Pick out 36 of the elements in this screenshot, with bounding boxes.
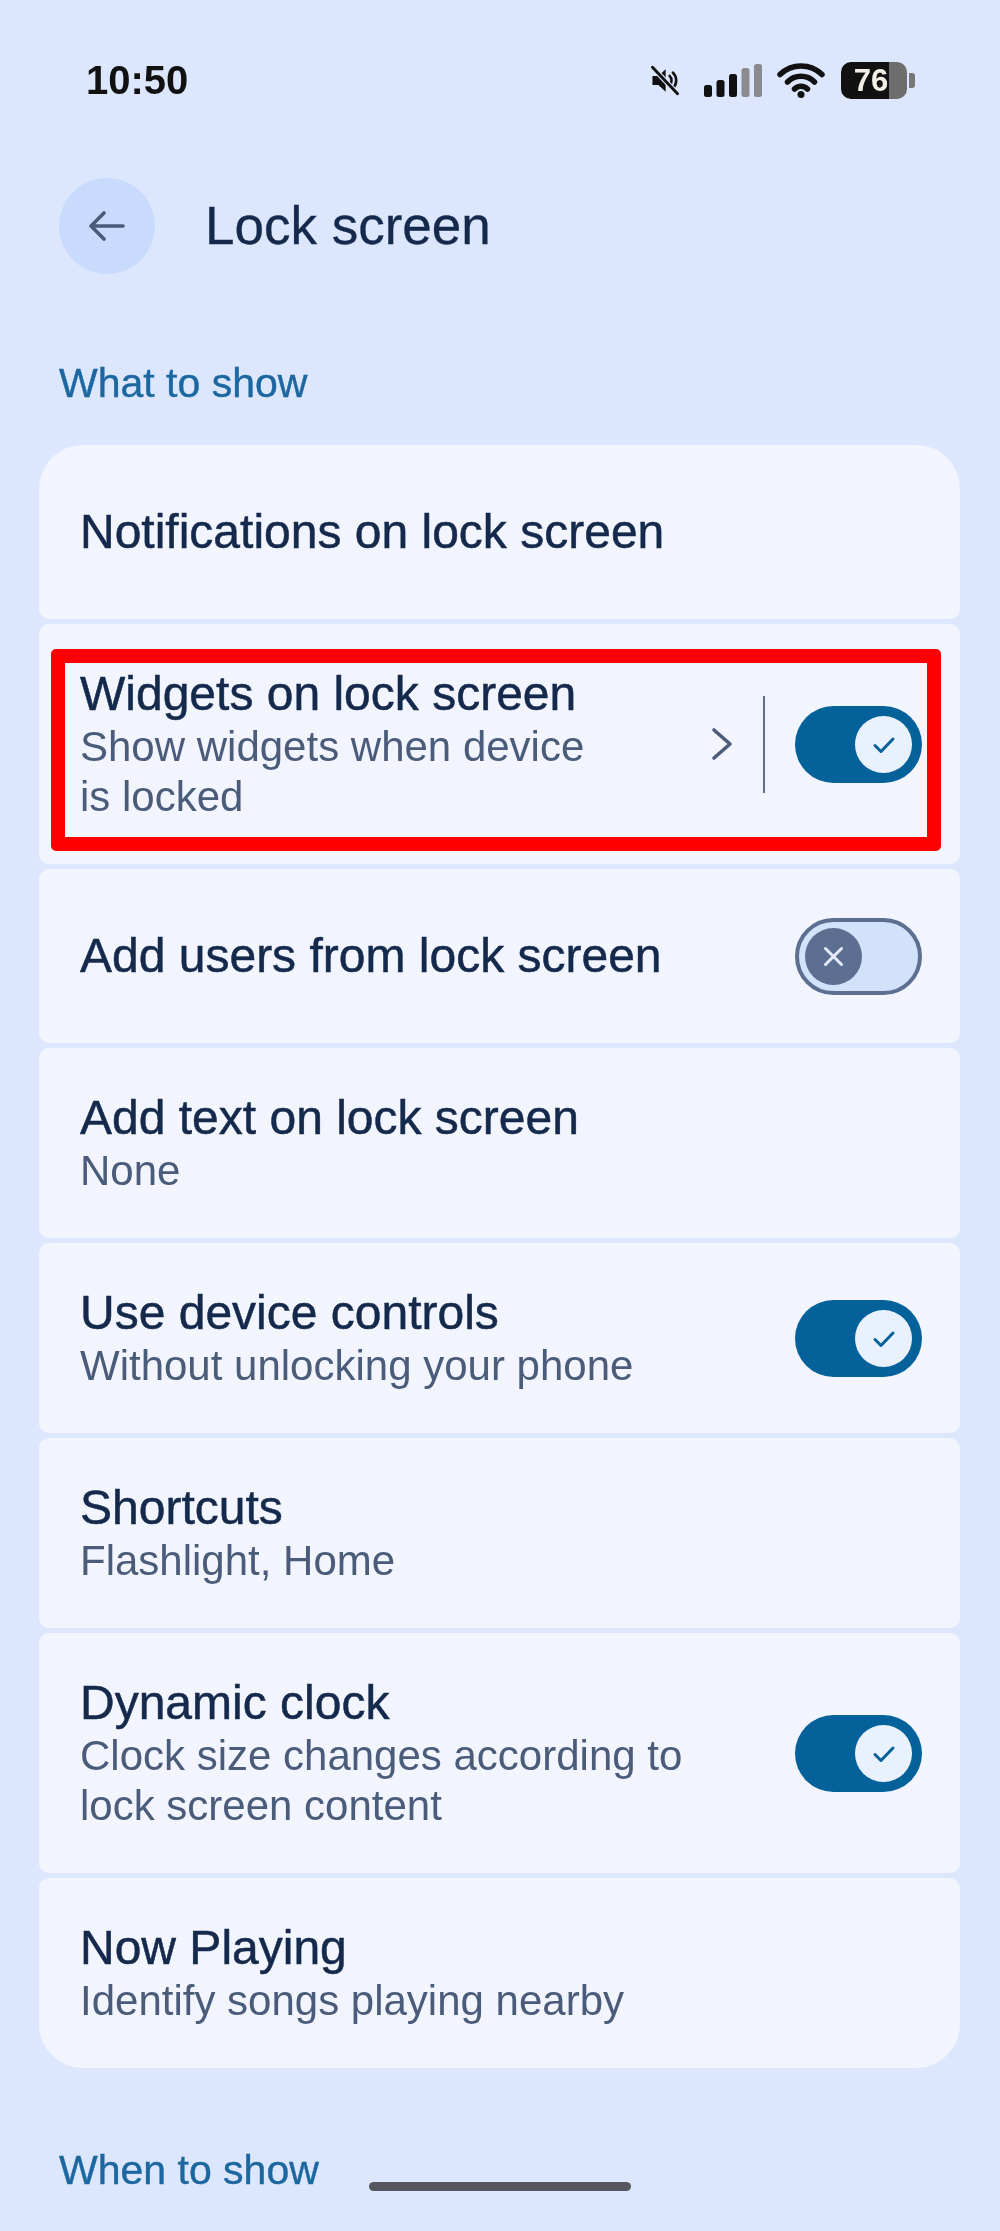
- setting-row[interactable]: Add users from lock screen: [39, 869, 960, 1043]
- setting-row[interactable]: Shortcuts Flashlight, Home: [39, 1438, 960, 1628]
- muted-speaker-icon: [649, 63, 681, 97]
- check-icon: [855, 715, 912, 773]
- setting-row[interactable]: Add text on lock screen None: [39, 1048, 960, 1238]
- setting-summary: Flashlight, Home: [80, 1536, 396, 1586]
- section-header: What to show: [59, 360, 308, 406]
- setting-title: Add text on lock screen: [80, 1090, 579, 1146]
- chevron-right-icon: [711, 727, 733, 761]
- section-header: When to show: [59, 2147, 319, 2193]
- check-icon: [855, 1724, 912, 1782]
- setting-title: Dynamic clock: [80, 1675, 390, 1731]
- setting-summary: Without unlocking your phone: [80, 1341, 634, 1391]
- wifi-icon: [777, 62, 825, 98]
- setting-row[interactable]: Notifications on lock screen: [39, 445, 960, 619]
- status-time: 10:50: [86, 58, 189, 102]
- setting-row[interactable]: Use device controls Without unlocking your phone: [39, 1243, 960, 1433]
- setting-summary: Clock size changes according to lock screen content: [80, 1731, 684, 1831]
- check-icon: [855, 1309, 912, 1367]
- setting-summary: Identify songs playing nearby: [80, 1976, 624, 2026]
- setting-summary: Show widgets when device is locked: [80, 722, 586, 822]
- arrow-left-icon: [89, 211, 125, 241]
- setting-title: Now Playing: [80, 1920, 347, 1976]
- page-title: Lock screen: [205, 195, 491, 257]
- setting-title: Add users from lock screen: [80, 928, 662, 984]
- setting-title: Shortcuts: [80, 1480, 283, 1536]
- cross-icon: [805, 927, 862, 985]
- battery-indicator: 76: [841, 61, 915, 99]
- setting-title: Widgets on lock screen: [80, 666, 577, 722]
- setting-summary: None: [80, 1146, 181, 1196]
- setting-row[interactable]: Dynamic clock Clock size changes according to lock screen content: [39, 1633, 960, 1873]
- setting-title: Use device controls: [80, 1285, 499, 1341]
- setting-row[interactable]: Widgets on lock screen Show widgets when device is locked: [39, 624, 960, 864]
- setting-row[interactable]: Now Playing Identify songs playing nearby: [39, 1878, 960, 2068]
- setting-title: Notifications on lock screen: [80, 504, 665, 560]
- signal-icon: [704, 63, 762, 97]
